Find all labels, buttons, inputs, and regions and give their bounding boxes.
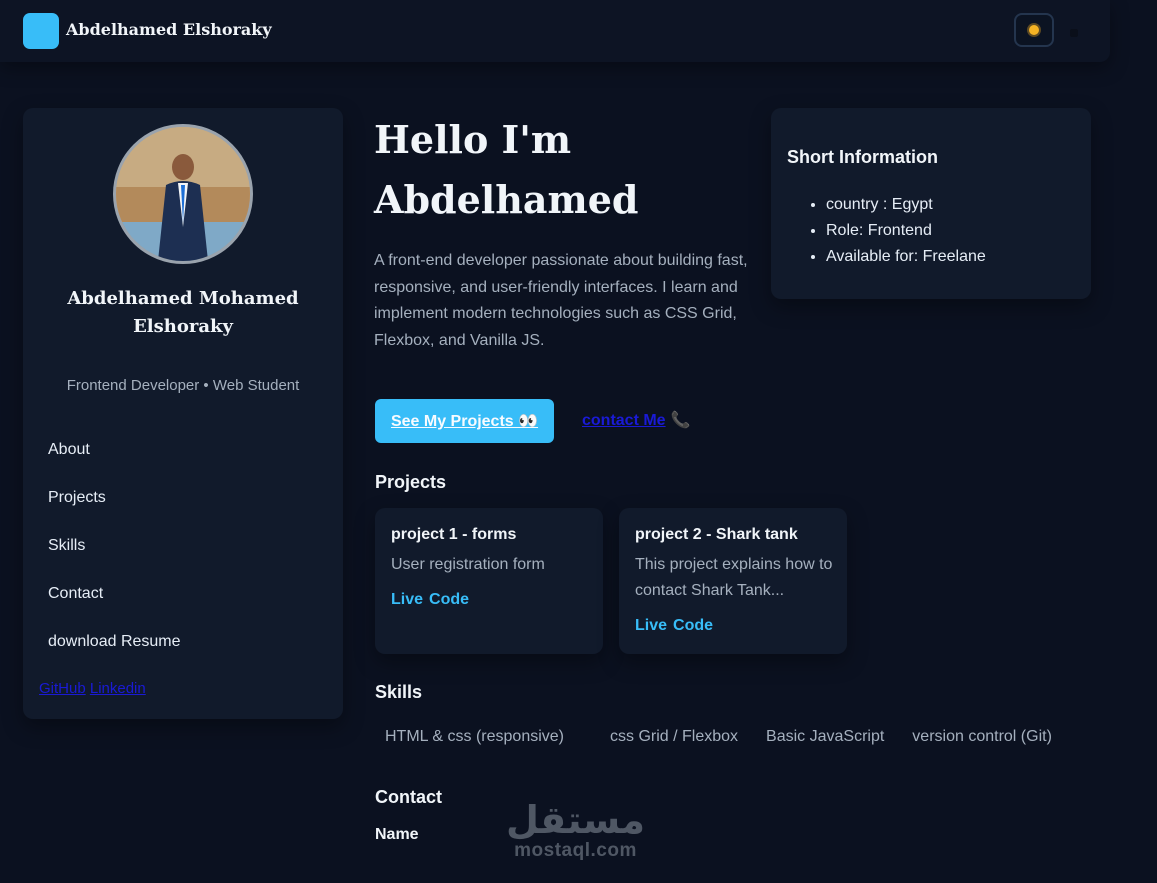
sidebar-item-projects[interactable]: Projects [48, 487, 181, 535]
github-link[interactable]: GitHub [39, 680, 86, 697]
skill-item: HTML & css (responsive) [385, 728, 564, 745]
project-title: project 2 - Shark tank [635, 526, 798, 543]
project-description: User registration form [391, 556, 545, 573]
profile-sidebar: Abdelhamed Mohamed Elshoraky Frontend De… [23, 108, 343, 719]
projects-heading: Projects [375, 472, 447, 492]
brand-name[interactable]: Abdelhamed Elshoraky [66, 20, 272, 39]
project-title: project 1 - forms [391, 526, 517, 543]
contact-me-label: contact Me [582, 412, 666, 429]
short-information-list: country : Egypt Role: Frontend Available… [787, 192, 986, 270]
project-description: This project explains how to contact Sha… [635, 556, 833, 599]
project-code-link[interactable]: Code [673, 617, 713, 634]
short-information-card: Short Information country : Egypt Role: … [771, 108, 1091, 299]
project-card: project 2 - Shark tank This project expl… [619, 508, 847, 654]
hero-description: A front-end developer passionate about b… [374, 252, 748, 350]
avatar-photo [116, 127, 250, 261]
skill-item: css Grid / Flexbox [610, 728, 739, 745]
skill-item: Basic JavaScript [766, 728, 885, 745]
hero-title-line1: Hello I'm [374, 117, 572, 162]
project-live-link[interactable]: Live [391, 591, 423, 608]
avatar [113, 124, 253, 264]
project-links: Live Code [635, 617, 719, 635]
profile-name: Abdelhamed Mohamed Elshoraky [67, 288, 299, 337]
logo-icon[interactable] [23, 13, 59, 49]
phone-icon: 📞 [670, 412, 691, 429]
contact-me-link[interactable]: contact Me 📞 [582, 410, 691, 430]
contact-heading: Contact [375, 787, 442, 807]
info-availability: Available for: Freelane [826, 244, 986, 270]
watermark-latin: mostaql.com [514, 840, 637, 861]
watermark-arabic: مستقل [506, 798, 645, 842]
sidebar-nav: About Projects Skills Contact download R… [48, 439, 181, 679]
menu-toggle-icon[interactable] [1070, 29, 1078, 37]
project-card: project 1 - forms User registration form… [375, 508, 603, 654]
linkedin-link[interactable]: Linkedin [90, 680, 146, 697]
hero-title: Hello I'm Abdelhamed [374, 110, 754, 230]
skill-item: version control (Git) [912, 728, 1052, 745]
watermark-logo: مستقل mostaql.com [506, 800, 645, 862]
sidebar-item-contact[interactable]: Contact [48, 583, 181, 631]
see-projects-button[interactable]: See My Projects 👀 [375, 399, 554, 443]
info-country: country : Egypt [826, 192, 986, 218]
skills-list: HTML & css (responsive) css Grid / Flexbo… [375, 728, 1062, 746]
top-navbar: Abdelhamed Elshoraky [0, 0, 1110, 62]
sun-icon [1029, 25, 1039, 35]
project-links: Live Code [391, 591, 475, 609]
social-links: GitHub Linkedin [39, 680, 146, 697]
short-information-title: Short Information [787, 147, 938, 167]
theme-toggle-button[interactable] [1014, 13, 1054, 47]
hero-title-line2: Abdelhamed [374, 177, 639, 222]
contact-name-label: Name [375, 826, 419, 843]
profile-subtitle: Frontend Developer • Web Student [66, 377, 300, 394]
project-code-link[interactable]: Code [429, 591, 469, 608]
sidebar-item-about[interactable]: About [48, 439, 181, 487]
sidebar-item-skills[interactable]: Skills [48, 535, 181, 583]
project-live-link[interactable]: Live [635, 617, 667, 634]
skills-heading: Skills [375, 682, 423, 702]
sidebar-item-download-resume[interactable]: download Resume [48, 631, 181, 679]
info-role: Role: Frontend [826, 218, 986, 244]
